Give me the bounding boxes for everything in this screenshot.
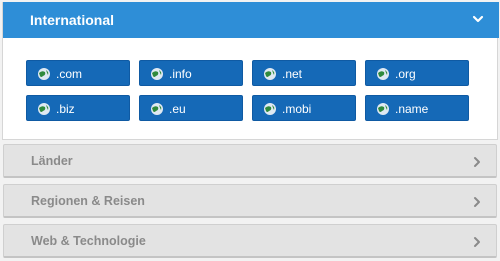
tld-button-net[interactable]: .net: [252, 60, 356, 86]
tld-button-org[interactable]: .org: [365, 60, 469, 86]
globe-icon: [151, 68, 163, 80]
globe-icon: [38, 68, 50, 80]
chevron-right-icon: [474, 237, 480, 247]
globe-icon: [264, 103, 276, 115]
section-web-technologie[interactable]: Web & Technologie: [3, 224, 497, 258]
tld-button-info[interactable]: .info: [139, 60, 243, 86]
international-panel: International .com .info .net .org .biz …: [2, 2, 499, 140]
globe-icon: [264, 68, 276, 80]
international-title: International: [30, 12, 115, 28]
section-regionen-reisen[interactable]: Regionen & Reisen: [3, 184, 497, 218]
section-label: Länder: [31, 154, 73, 168]
tld-label: .org: [395, 67, 416, 81]
tld-label: .net: [282, 67, 303, 81]
globe-icon: [38, 103, 50, 115]
tld-button-name[interactable]: .name: [365, 95, 469, 121]
globe-icon: [151, 103, 163, 115]
section-label: Web & Technologie: [31, 234, 146, 248]
chevron-right-icon: [474, 157, 480, 167]
tld-label: .eu: [169, 102, 186, 116]
tld-button-biz[interactable]: .biz: [26, 95, 130, 121]
globe-icon: [377, 103, 389, 115]
section-label: Regionen & Reisen: [31, 194, 145, 208]
tld-label: .mobi: [282, 102, 312, 116]
tld-label: .biz: [56, 102, 75, 116]
chevron-down-icon[interactable]: [471, 12, 485, 26]
tld-button-mobi[interactable]: .mobi: [252, 95, 356, 121]
tld-label: .com: [56, 67, 83, 81]
tld-label: .info: [169, 67, 192, 81]
tld-button-eu[interactable]: .eu: [139, 95, 243, 121]
globe-icon: [377, 68, 389, 80]
international-header[interactable]: International: [3, 2, 499, 38]
section-laender[interactable]: Länder: [3, 144, 497, 178]
tld-label: .name: [395, 102, 429, 116]
tld-button-com[interactable]: .com: [26, 60, 130, 86]
chevron-right-icon: [474, 197, 480, 207]
